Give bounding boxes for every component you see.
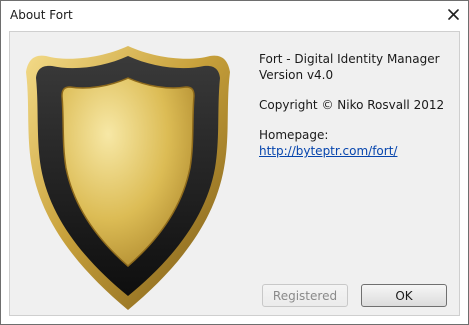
product-name: Fort - Digital Identity Manager: [259, 52, 440, 66]
version-text: Version v4.0: [259, 68, 334, 82]
about-info: Fort - Digital Identity Manager Version …: [259, 51, 444, 159]
about-dialog: About Fort Fort - Digital Identity Manag…: [0, 0, 469, 325]
title-bar[interactable]: About Fort: [1, 1, 468, 31]
registered-button[interactable]: Registered: [262, 284, 348, 307]
close-button[interactable]: [442, 4, 465, 25]
shield-icon: [26, 46, 230, 310]
dialog-content: Fort - Digital Identity Manager Version …: [9, 31, 460, 316]
homepage-label: Homepage:: [259, 128, 329, 142]
close-icon: [448, 9, 459, 20]
ok-button[interactable]: OK: [361, 284, 447, 307]
window-title: About Fort: [10, 8, 73, 22]
copyright-text: Copyright © Niko Rosvall 2012: [259, 98, 445, 112]
homepage-link[interactable]: http://byteptr.com/fort/: [259, 143, 444, 159]
